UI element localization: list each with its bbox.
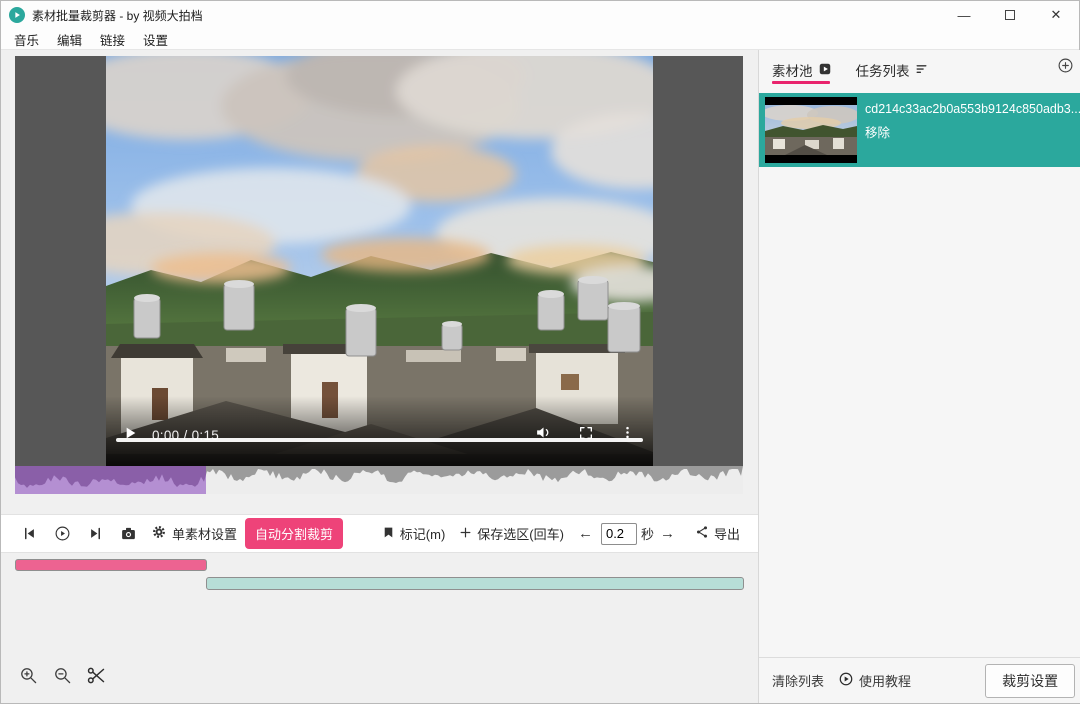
tutorial-label: 使用教程: [859, 674, 912, 689]
plus-icon: [459, 526, 472, 542]
material-pool-item[interactable]: cd214c33ac2b0a553b9124c850adb3... 移除: [759, 93, 1080, 167]
window-title: 素材批量裁剪器 - by 视频大拍档: [32, 8, 203, 23]
player-stage: 0:00 / 0:15: [15, 56, 743, 466]
material-thumbnail[interactable]: [765, 97, 857, 163]
video-progress-bar[interactable]: [116, 438, 643, 442]
volume-icon[interactable]: [535, 424, 552, 446]
skip-end-icon[interactable]: [85, 524, 105, 544]
bookmark-icon: [382, 526, 395, 542]
tab-task-list[interactable]: 任务列表: [856, 60, 928, 80]
timeline-tools: [17, 664, 107, 686]
tutorial-play-icon: [838, 671, 854, 690]
thumbnail-image: [765, 105, 857, 155]
single-material-settings[interactable]: 单素材设置: [151, 524, 237, 543]
task-list-icon: [915, 62, 928, 78]
waveform-selection[interactable]: [15, 466, 206, 494]
tab-task-list-label: 任务列表: [855, 64, 910, 79]
fullscreen-icon[interactable]: [578, 425, 594, 446]
menu-bar: 音乐 编辑 链接 设置: [1, 29, 1079, 50]
seconds-unit-label: 秒: [640, 527, 654, 542]
mark-button[interactable]: 标记(m): [382, 524, 446, 543]
audio-waveform[interactable]: [15, 466, 743, 494]
video-clip-icon: [818, 62, 832, 79]
right-sidebar: 素材池 任务列表 cd214c33ac2b0a553b9124c850adb3.…: [758, 50, 1080, 703]
mark-label: 标记(m): [399, 527, 446, 542]
menu-link[interactable]: 链接: [91, 30, 134, 49]
video-controls: 0:00 / 0:15: [106, 418, 653, 452]
crop-settings-button[interactable]: 裁剪设置: [985, 663, 1076, 698]
menu-settings[interactable]: 设置: [134, 30, 177, 49]
zoom-out-icon[interactable]: [51, 664, 73, 686]
close-button[interactable]: ✕: [1033, 1, 1079, 29]
save-selection-label: 保存选区(回车): [477, 527, 564, 542]
save-selection-button[interactable]: 保存选区(回车): [459, 524, 564, 543]
zoom-in-icon[interactable]: [17, 664, 39, 686]
export-label: 导出: [713, 527, 740, 542]
video-player[interactable]: 0:00 / 0:15: [106, 56, 653, 466]
snapshot-camera-icon[interactable]: [118, 524, 138, 544]
window-controls: — ✕: [941, 1, 1079, 29]
step-forward-arrow[interactable]: →: [660, 525, 675, 542]
export-button[interactable]: 导出: [695, 524, 740, 543]
video-frame-image: [106, 56, 653, 466]
more-options-icon[interactable]: [620, 425, 635, 445]
remove-material-link[interactable]: 移除: [865, 122, 890, 141]
sidebar-tabs: 素材池 任务列表: [759, 50, 1080, 86]
maximize-button[interactable]: [987, 1, 1033, 29]
title-bar: 素材批量裁剪器 - by 视频大拍档 — ✕: [1, 1, 1079, 29]
app-window: 素材批量裁剪器 - by 视频大拍档 — ✕ 音乐 编辑 链接 设置 0:00 …: [0, 0, 1080, 704]
maximize-icon: [1005, 10, 1015, 20]
tutorial-link[interactable]: 使用教程: [838, 671, 911, 690]
single-material-settings-label: 单素材设置: [172, 527, 238, 542]
auto-split-crop-button[interactable]: 自动分割裁剪: [245, 518, 344, 549]
minimize-icon: —: [957, 7, 971, 23]
app-logo-icon: [9, 7, 25, 23]
menu-music[interactable]: 音乐: [5, 30, 48, 49]
close-icon: ✕: [1050, 7, 1062, 22]
timeline-clip-remainder[interactable]: [206, 577, 744, 590]
timeline-clip-selected[interactable]: [15, 559, 207, 571]
tab-material-pool-label: 素材池: [772, 64, 813, 79]
tab-material-pool[interactable]: 素材池: [772, 60, 832, 80]
step-back-arrow[interactable]: ←: [578, 525, 593, 542]
share-icon: [695, 525, 709, 542]
main-area: 0:00 / 0:15 单素材设置 自动分割裁剪 标记(m) 保存选区(回车) …: [1, 50, 758, 703]
menu-edit[interactable]: 编辑: [48, 30, 91, 49]
sidebar-footer: 清除列表 使用教程 裁剪设置: [759, 657, 1080, 703]
play-icon[interactable]: [122, 425, 138, 446]
step-seconds-input[interactable]: [600, 522, 637, 545]
edit-toolbar: 单素材设置 自动分割裁剪 标记(m) 保存选区(回车) ← 秒 →: [1, 514, 758, 553]
active-tab-underline: [772, 81, 830, 84]
scissors-cut-icon[interactable]: [85, 664, 107, 686]
add-material-button[interactable]: [1057, 57, 1074, 79]
gear-icon: [151, 524, 167, 543]
material-id: cd214c33ac2b0a553b9124c850adb3...: [865, 102, 1080, 116]
skip-start-icon[interactable]: [19, 524, 39, 544]
minimize-button[interactable]: —: [941, 1, 987, 29]
play-circle-icon[interactable]: [52, 524, 72, 544]
clear-list-link[interactable]: 清除列表: [772, 671, 824, 690]
